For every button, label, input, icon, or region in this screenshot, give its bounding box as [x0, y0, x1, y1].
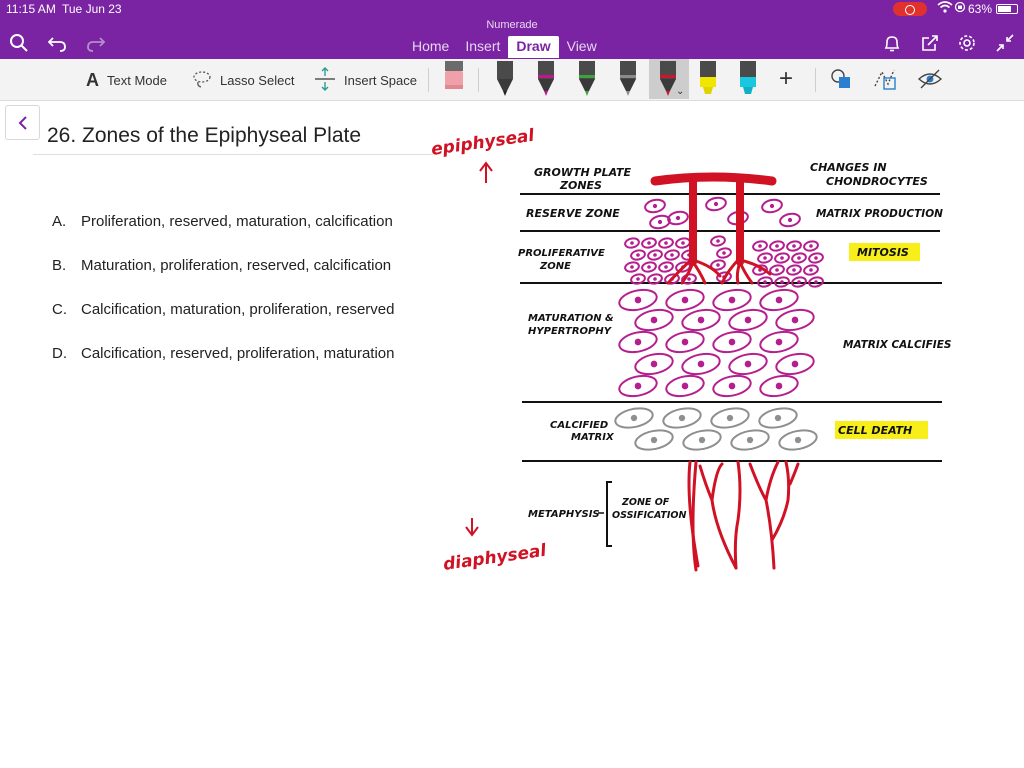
reserve-zone-cell-nucleus	[675, 215, 681, 221]
reserve-zone-cell-nucleus	[713, 201, 719, 207]
proliferative-zone-cell-nucleus	[716, 239, 720, 243]
hypertrophic-cell-nucleus	[697, 316, 705, 324]
reserve-zone-cell-nucleus	[652, 203, 658, 209]
proliferative-zone-cell-nucleus	[780, 280, 784, 284]
chondrocyte-cells	[614, 196, 824, 451]
hypertrophic-cell-nucleus	[681, 382, 689, 390]
proliferative-zone-cell-nucleus	[780, 256, 784, 260]
matrix-production-label: MATRIX PRODUCTION	[816, 208, 943, 220]
proliferative-zone-cell-nucleus	[758, 244, 762, 248]
hypertrophic-cell-nucleus	[728, 338, 736, 346]
calcified-cell-nucleus	[726, 414, 734, 422]
calcified-cell-nucleus	[774, 414, 782, 422]
epiphyseal-plate-diagram[interactable]: epiphyseal diaphyseal GROWTH PLATE ZONES…	[0, 0, 1024, 768]
proliferative-zone-cell-nucleus	[647, 265, 651, 269]
proliferative-zone-cell-nucleus	[792, 244, 796, 248]
proliferative-zone-cell-nucleus	[797, 280, 801, 284]
hypertrophic-cell-nucleus	[775, 338, 783, 346]
calcified-cell-nucleus	[630, 414, 638, 422]
proliferative-zone-cell-nucleus	[636, 277, 640, 281]
arrow-down-icon	[465, 518, 479, 537]
proliferative-zone-cell-nucleus	[775, 268, 779, 272]
hypertrophic-cell-nucleus	[634, 338, 642, 346]
zones-header: ZONES	[559, 179, 602, 192]
hypertrophic-cell-nucleus	[634, 382, 642, 390]
reserve-zone-label: RESERVE ZONE	[526, 207, 620, 220]
reserve-zone-cell-nucleus	[769, 203, 775, 209]
hypertrophic-cell-nucleus	[744, 316, 752, 324]
proliferative-zone-cell-nucleus	[636, 253, 640, 257]
proliferative-zone-label: PROLIFERATIVE	[518, 248, 605, 259]
proliferative-zone-cell-nucleus	[716, 263, 720, 267]
mitosis-label: MITOSIS	[857, 246, 909, 259]
epiphyseal-annotation: epiphyseal	[430, 126, 537, 160]
hypertrophic-cell-nucleus	[791, 316, 799, 324]
proliferative-zone-cell-nucleus	[653, 253, 657, 257]
proliferative-zone-cell-nucleus	[670, 253, 674, 257]
proliferative-zone-cell-nucleus	[763, 256, 767, 260]
proliferative-zone-label-2: ZONE	[539, 261, 571, 272]
calcified-zone-label: CALCIFIED	[550, 420, 608, 431]
arrow-up-icon	[479, 161, 493, 183]
hypertrophic-cell-nucleus	[681, 338, 689, 346]
hypertrophic-cell-nucleus	[634, 296, 642, 304]
proliferative-zone-cell-nucleus	[797, 256, 801, 260]
reserve-zone-cell-nucleus	[657, 219, 663, 225]
proliferative-zone-cell-nucleus	[814, 280, 818, 284]
hypertrophic-cell-nucleus	[650, 360, 658, 368]
proliferative-zone-cell-nucleus	[775, 244, 779, 248]
cell-death-label: CELL DEATH	[838, 424, 912, 437]
proliferative-zone-cell-nucleus	[664, 241, 668, 245]
hypertrophic-cell-nucleus	[697, 360, 705, 368]
hypertrophic-cell-nucleus	[728, 296, 736, 304]
proliferative-zone-cell-nucleus	[809, 268, 813, 272]
proliferative-zone-cell-nucleus	[792, 268, 796, 272]
matrix-zone-label: MATRIX	[571, 432, 615, 443]
calcified-cell-nucleus	[650, 436, 658, 444]
proliferative-zone-cell-nucleus	[630, 241, 634, 245]
calcified-cell-nucleus	[698, 436, 706, 444]
hypertrophic-cell-nucleus	[791, 360, 799, 368]
matrix-calcifies-label: MATRIX CALCIFIES	[843, 339, 951, 351]
proliferative-zone-cell-nucleus	[814, 256, 818, 260]
metaphyseal-blood-vessels	[687, 460, 800, 572]
ossification-label-2: OSSIFICATION	[612, 510, 686, 521]
proliferative-zone-cell-nucleus	[687, 277, 691, 281]
chondrocytes-header: CHONDROCYTES	[826, 175, 928, 188]
calcified-cell-nucleus	[678, 414, 686, 422]
reserve-zone-cell-nucleus	[787, 217, 793, 223]
proliferative-zone-cell-nucleus	[763, 280, 767, 284]
hypertrophic-cell-nucleus	[775, 296, 783, 304]
calcified-cell-nucleus	[794, 436, 802, 444]
hypertrophic-cell-nucleus	[728, 382, 736, 390]
proliferative-zone-cell-nucleus	[809, 244, 813, 248]
proliferative-zone-cell-nucleus	[722, 251, 726, 255]
metaphysis-label: METAPHYSIS	[528, 509, 600, 520]
proliferative-zone-cell-nucleus	[653, 277, 657, 281]
hypertrophic-cell-nucleus	[650, 316, 658, 324]
diaphyseal-annotation: diaphyseal	[442, 541, 549, 575]
ossification-label: ZONE OF	[621, 497, 670, 508]
hypertrophy-zone-label: HYPERTROPHY	[528, 326, 613, 337]
proliferative-zone-cell-nucleus	[681, 241, 685, 245]
proliferative-zone-cell-nucleus	[647, 241, 651, 245]
growth-plate-header: GROWTH PLATE	[534, 166, 632, 179]
maturation-zone-label: MATURATION &	[528, 313, 614, 324]
hypertrophic-cell-nucleus	[744, 360, 752, 368]
changes-header: CHANGES IN	[810, 161, 887, 174]
hypertrophic-cell-nucleus	[681, 296, 689, 304]
calcified-cell-nucleus	[746, 436, 754, 444]
proliferative-zone-cell-nucleus	[630, 265, 634, 269]
hypertrophic-cell-nucleus	[775, 382, 783, 390]
proliferative-zone-cell-nucleus	[664, 265, 668, 269]
